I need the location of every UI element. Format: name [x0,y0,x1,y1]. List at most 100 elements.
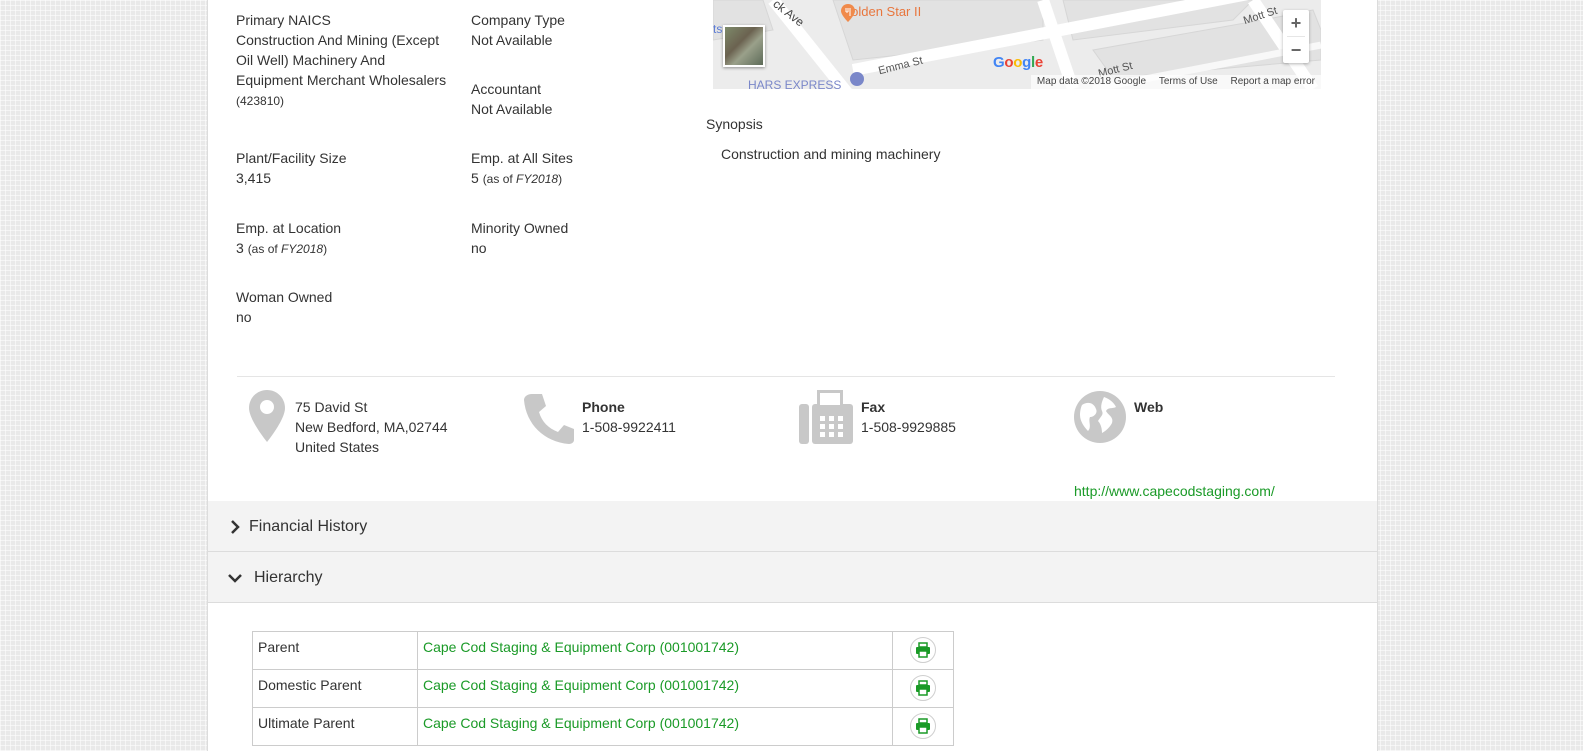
asof-prefix: (as of [482,172,517,186]
hierarchy-table: Parent Cape Cod Staging & Equipment Corp… [252,631,954,746]
table-row: Domestic Parent Cape Cod Staging & Equip… [252,669,954,708]
address-block: 75 David St New Bedford, MA,02744 United… [295,397,448,457]
hierarchy-header[interactable]: Hierarchy [208,552,1377,603]
primary-naics-text: Construction And Mining (Except Oil Well… [236,32,447,88]
asof-suffix: ) [558,172,563,186]
map-edge-label: ts [713,22,723,36]
fax-title: Fax [861,399,886,415]
map-report-error-link[interactable]: Report a map error [1231,76,1315,87]
web-title: Web [1134,399,1164,415]
fax-number: 1-508-9929885 [861,419,956,435]
minority-owned-value: no [471,240,487,256]
address-line-1: 75 David St [295,399,368,415]
plant-size-field: Plant/Facility Size 3,415 [236,148,448,188]
minority-owned-label: Minority Owned [471,220,569,236]
woman-owned-label: Woman Owned [236,289,333,305]
emp-all-sites-asof: (as of FY2018) [483,172,562,186]
business-label: HARS EXPRESS [748,78,842,89]
print-icon [916,718,930,734]
row-link-cell: Cape Cod Staging & Equipment Corp (00100… [417,707,893,746]
restaurant-pin-icon [841,4,855,22]
woman-owned-field: Woman Owned no [236,287,448,327]
synopsis-label: Synopsis [706,116,763,132]
plant-size-value: 3,415 [236,170,272,186]
emp-all-sites-value: 5 (as of FY2018) [471,168,681,189]
emp-at-location-label: Emp. at Location [236,220,342,236]
phone-title: Phone [582,399,625,415]
hierarchy-label: Hierarchy [254,569,323,586]
asof-year: FY2018 [281,242,324,256]
asof-year: FY2018 [516,172,559,186]
website-url[interactable]: http://www.capecodstaging.com/ [1074,483,1275,499]
row-label: Ultimate Parent [252,707,418,746]
ultimate-parent-link[interactable]: Cape Cod Staging & Equipment Corp (00100… [423,715,739,731]
fax-icon [799,390,853,444]
phone-icon [524,394,574,444]
web-block: Web [1134,397,1163,417]
emp-at-location-count: 3 [236,240,244,256]
emp-at-location-value: 3 (as of FY2018) [236,238,448,259]
company-detail-panel: Primary NAICS Construction And Mining (E… [207,0,1378,751]
google-logo: Google [993,54,1043,71]
row-label: Domestic Parent [252,669,418,708]
primary-naics-value: Construction And Mining (Except Oil Well… [236,30,448,111]
print-button[interactable] [910,713,936,739]
map-data-attribution: Map data ©2018 Google [1036,76,1147,87]
primary-naics-label: Primary NAICS [236,12,331,28]
company-type-field: Company Type Not Available [471,10,681,50]
primary-naics-field: Primary NAICS Construction And Mining (E… [236,10,448,111]
asof-suffix: ) [323,242,328,256]
company-type-value: Not Available [471,32,553,48]
woman-owned-value: no [236,309,252,325]
row-link-cell: Cape Cod Staging & Equipment Corp (00100… [417,631,893,670]
row-print-cell [892,631,954,670]
table-row: Ultimate Parent Cape Cod Staging & Equip… [252,707,954,746]
row-print-cell [892,669,954,708]
phone-number[interactable]: 1-508-9922411 [582,417,676,437]
satellite-toggle[interactable] [723,25,765,67]
financial-history-label: Financial History [249,518,368,535]
gas-station-icon [850,72,864,86]
address-line-2: New Bedford, MA,02744 [295,419,448,435]
emp-all-sites-label: Emp. at All Sites [471,150,573,166]
asof-prefix: (as of [247,242,282,256]
location-map[interactable]: ts ck Ave Golden Star II Emma St Mott St… [713,0,1321,89]
accountant-field: Accountant Not Available [471,79,681,119]
table-row: Parent Cape Cod Staging & Equipment Corp… [252,631,954,670]
map-footer: Map data ©2018 Google Terms of Use Repor… [1030,75,1321,89]
row-label: Parent [252,631,418,670]
print-icon [916,642,930,658]
plant-size-label: Plant/Facility Size [236,150,347,166]
phone-block: Phone 1-508-9922411 [582,397,676,437]
print-button[interactable] [910,637,936,663]
minority-owned-field: Minority Owned no [471,218,681,258]
restaurant-marker[interactable]: Golden Star II [841,4,921,22]
parent-company-link[interactable]: Cape Cod Staging & Equipment Corp (00100… [423,639,739,655]
zoom-out-button[interactable]: − [1283,37,1309,63]
emp-all-sites-field: Emp. at All Sites 5 (as of FY2018) [471,148,681,189]
primary-naics-code: (423810) [236,94,285,108]
domestic-parent-link[interactable]: Cape Cod Staging & Equipment Corp (00100… [423,677,739,693]
row-link-cell: Cape Cod Staging & Equipment Corp (00100… [417,669,893,708]
financial-history-header[interactable]: Financial History [208,501,1377,552]
accountant-value: Not Available [471,101,553,117]
address-line-3: United States [295,439,380,455]
print-icon [916,680,930,696]
fax-block: Fax 1-508-9929885 [861,397,956,437]
synopsis-text: Construction and mining machinery [721,146,941,162]
section-divider [237,376,1335,377]
globe-icon [1074,391,1126,443]
emp-all-sites-count: 5 [471,170,479,186]
map-terms-link[interactable]: Terms of Use [1159,76,1218,87]
emp-at-location-asof: (as of FY2018) [248,242,327,256]
print-button[interactable] [910,675,936,701]
map-zoom-controls: + − [1283,10,1309,63]
chevron-down-icon [228,574,242,583]
emp-at-location-field: Emp. at Location 3 (as of FY2018) [236,218,448,259]
chevron-right-icon [231,520,240,534]
zoom-in-button[interactable]: + [1283,10,1309,36]
location-pin-icon [249,390,285,442]
website-link[interactable]: http://www.capecodstaging.com/ [1074,481,1275,501]
row-print-cell [892,707,954,746]
company-type-label: Company Type [471,12,565,28]
